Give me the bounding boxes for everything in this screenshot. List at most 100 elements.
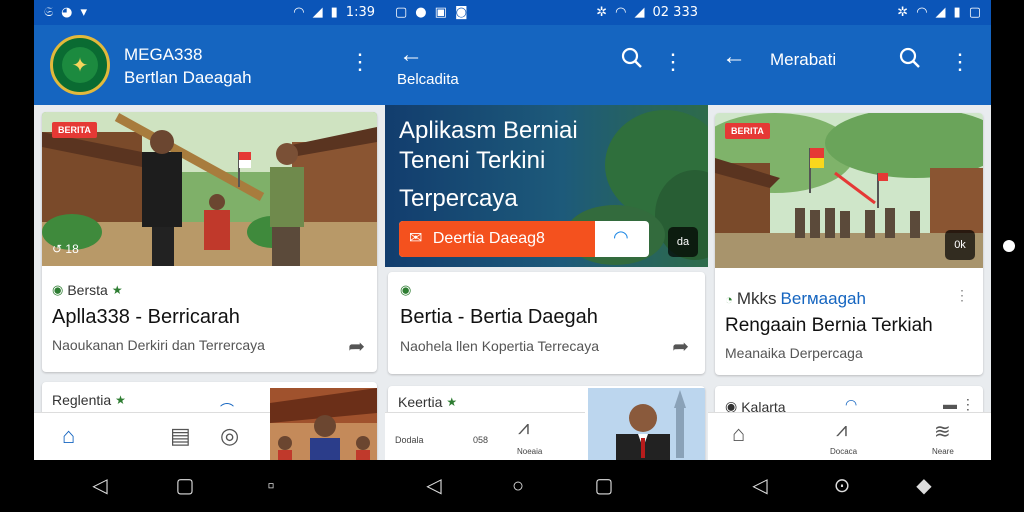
- category-badge: BERITA: [52, 122, 97, 138]
- category-icon: ◉: [400, 282, 412, 297]
- home-circle-icon[interactable]: ○: [506, 474, 530, 498]
- arrow-left-icon[interactable]: ←: [722, 43, 746, 71]
- nav-label: Noeaia: [517, 447, 543, 456]
- home-icon[interactable]: ⌂: [62, 423, 75, 449]
- signal-icon: ◢: [634, 5, 645, 20]
- card-headline[interactable]: Aplla338 - Berricarah: [52, 306, 240, 329]
- wifi-icon: ◠: [916, 5, 928, 20]
- status-time: 02 333: [652, 5, 699, 20]
- card-category: ◉ Bersta ★: [52, 282, 123, 298]
- card-category: ◉: [400, 282, 411, 298]
- search-icon[interactable]: [621, 47, 643, 69]
- news-card[interactable]: BERITA ↺ 18 ◉ Bersta ★ Aplla338 - Berric…: [42, 112, 377, 372]
- search-icon[interactable]: [899, 47, 921, 69]
- hero-banner[interactable]: Aplikasm Berniai Teneni Terkini Terperca…: [385, 105, 708, 267]
- news-photo: [270, 388, 377, 460]
- app-bar: ← Merabati ⋮: [708, 25, 991, 105]
- category-accent: Berмaagah: [780, 289, 866, 308]
- wifi-icon: ◠: [615, 5, 627, 20]
- back-icon[interactable]: ◁: [748, 474, 772, 498]
- app-notification-icon: ◕: [61, 5, 73, 20]
- category-icon: ◉: [52, 282, 64, 297]
- diamond-icon[interactable]: ◆: [912, 474, 936, 498]
- news-card[interactable]: BERITA 0k ◔ Mkks Berмaagah ⋮ Rengaain Be…: [715, 113, 983, 375]
- photo-count: ↺ 18: [52, 242, 79, 256]
- menu-icon[interactable]: ▬ ⋮: [943, 396, 975, 413]
- home-icon[interactable]: ⌂: [732, 421, 745, 447]
- arrow-left-icon[interactable]: ←: [399, 41, 423, 69]
- card-category: Reglentia ★: [52, 392, 126, 408]
- back-icon[interactable]: ◁: [422, 474, 446, 498]
- notification-icon: 𝔖: [44, 5, 54, 20]
- hero-line-3: Terpercaya: [399, 185, 518, 212]
- signal-icon: ◠: [613, 227, 629, 247]
- more-vert-icon[interactable]: ⋮: [349, 51, 371, 73]
- bottom-nav: ⌂ ⩘ Docaca ≋ Neare: [708, 412, 991, 460]
- box-icon: ▢: [968, 5, 981, 20]
- status-time: 1:39: [345, 5, 375, 20]
- hero-line-1: Aplikasm Berniai: [399, 117, 578, 144]
- nav-label: Neare: [932, 447, 954, 456]
- app-logo: ✦: [50, 35, 110, 95]
- star-icon: ★: [115, 393, 126, 407]
- status-bar: ▢ ● ▣ ◙ ✲ ◠ ◢ 02 333: [385, 0, 708, 25]
- signal-icon: ◠: [845, 396, 858, 412]
- share-icon[interactable]: ➦: [672, 334, 689, 359]
- category-icon: ◔: [725, 291, 733, 307]
- home-circle-icon[interactable]: ⊙: [830, 474, 854, 498]
- more-vert-icon[interactable]: ⋮: [955, 287, 969, 304]
- category-label: Reglentia: [52, 392, 112, 408]
- nav-small-number: 058: [473, 435, 489, 445]
- camera-icon: ◙: [454, 5, 468, 20]
- bottom-nav: ⌂ ▤ ◎: [34, 412, 270, 460]
- news-card[interactable]: ◉ Bertia - Bertia Daegah Naohela llen Ko…: [388, 272, 705, 374]
- chat-icon[interactable]: ▤: [170, 423, 191, 449]
- card-subtitle: Meanaika Derpercaga: [725, 345, 863, 361]
- back-icon[interactable]: ◁: [88, 474, 112, 498]
- share-icon[interactable]: ➦: [348, 334, 365, 359]
- battery-icon: ▮: [330, 5, 338, 20]
- dropdown-icon: ▾: [80, 5, 88, 20]
- news-photo: [588, 388, 705, 460]
- more-vert-icon[interactable]: ⋮: [662, 51, 684, 73]
- category-label: Keertia: [398, 394, 443, 410]
- chart-icon[interactable]: ⩘: [836, 419, 847, 442]
- network-icon[interactable]: ≋: [934, 419, 951, 444]
- star-icon: ★: [111, 283, 123, 297]
- gallery-badge: dа: [668, 227, 698, 257]
- more-vert-icon[interactable]: ⋮: [949, 51, 971, 73]
- chart-icon[interactable]: ⩘: [518, 417, 529, 440]
- hero-cta-button[interactable]: ✉ Deertia Daeag8 ◠: [399, 221, 649, 257]
- card-category: ◔ Mkks Berмaagah: [725, 289, 866, 309]
- bottom-nav: Dodala 058 ⩘ Noeaia: [385, 412, 585, 460]
- card-category: Keertia ★: [398, 394, 457, 410]
- hero-line-2: Teneni Terkini: [399, 147, 546, 174]
- recents-icon[interactable]: ▢: [592, 474, 616, 498]
- app-name: MEGA338: [124, 45, 203, 64]
- square-icon[interactable]: ▫: [259, 474, 283, 498]
- signal-icon: ◢: [935, 5, 946, 20]
- screen-home: 𝔖 ◕ ▾ ◠ ◢ ▮ 1:39 ✦ MEGA338 Bertlan Daeag…: [34, 0, 385, 460]
- status-bar: ✲ ◠ ◢ ▮ ▢: [708, 0, 991, 25]
- location-icon[interactable]: ◎: [220, 423, 239, 449]
- settings-icon: ✲: [897, 5, 909, 20]
- screen-detail: ✲ ◠ ◢ ▮ ▢ ← Merabati ⋮ BERITA 0k ◔ Mkks …: [708, 0, 991, 460]
- screen-article-list: ▢ ● ▣ ◙ ✲ ◠ ◢ 02 333 ← Belcadita ⋮ Aplik…: [385, 0, 708, 460]
- news-photo: BERITA 0k: [715, 113, 983, 268]
- star-icon: ★: [446, 395, 458, 409]
- window-icon: ▢: [395, 5, 408, 20]
- card-subtitle: Naohela llen Kopertia Terrecaya: [400, 338, 599, 354]
- hero-cta-label: Deertia Daeag8: [432, 230, 545, 247]
- wifi-icon: ◠: [293, 5, 305, 20]
- recents-icon[interactable]: ▢: [173, 474, 197, 498]
- category-label: Mkks: [736, 289, 777, 308]
- gallery-icon: ▣: [434, 5, 447, 20]
- page-title: Merabati: [770, 50, 837, 69]
- app-bar: ✦ MEGA338 Bertlan Daeagah ⋮: [34, 25, 385, 105]
- card-headline[interactable]: Rengaain Bernia Terkiah: [725, 315, 933, 337]
- mail-icon: ✉: [409, 230, 423, 247]
- nav-small-label: Dodala: [395, 435, 424, 445]
- card-headline[interactable]: Bertia - Bertia Daegah: [400, 306, 598, 329]
- nav-label: Docaca: [830, 447, 858, 456]
- battery-icon: ▮: [953, 5, 961, 20]
